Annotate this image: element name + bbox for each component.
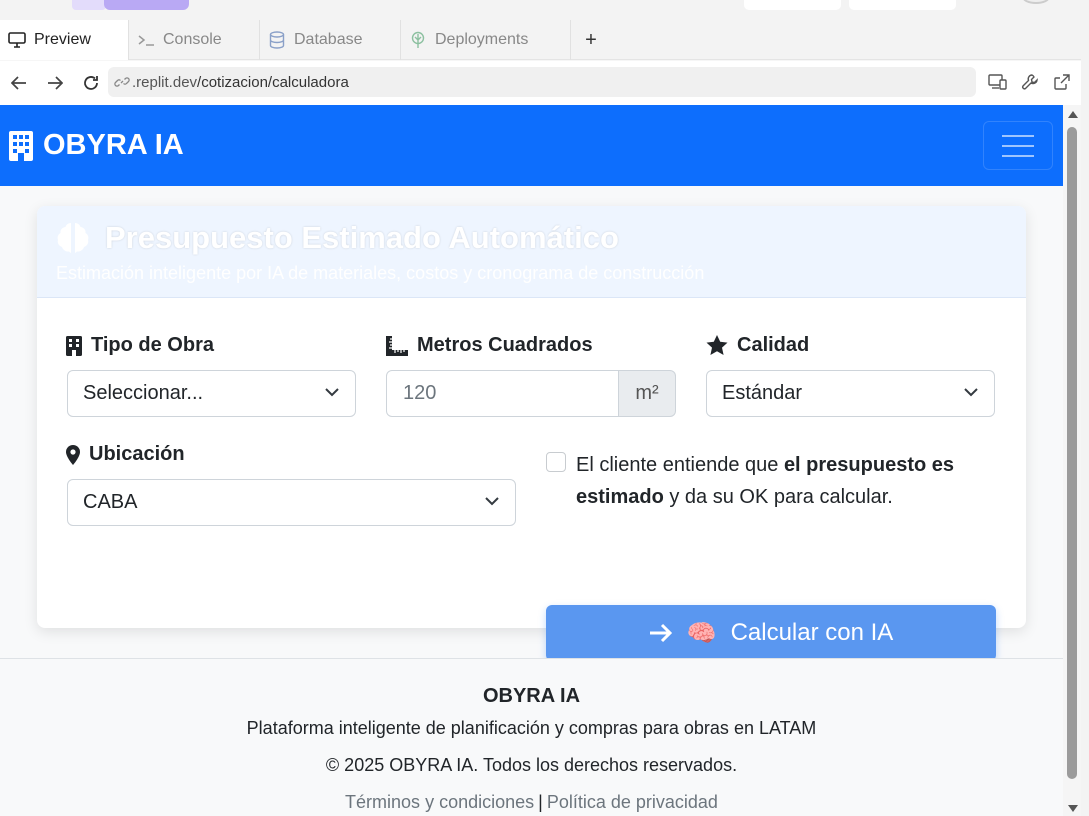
menu-toggle-button[interactable] (983, 121, 1053, 170)
chevron-down-icon (325, 388, 339, 397)
ruler-icon (386, 335, 408, 356)
footer: OBYRA IA Plataforma inteligente de plani… (0, 659, 1063, 816)
footer-brand: OBYRA IA (482, 685, 581, 707)
devices-icon[interactable] (987, 71, 1009, 93)
chevron-down-icon (485, 497, 499, 506)
card-title-text: Presupuesto Estimado Automático (105, 220, 619, 255)
deploy-icon (409, 31, 427, 49)
select-value: CABA (83, 491, 138, 513)
select-value: Seleccionar... (83, 382, 204, 404)
tipo-obra-label: Tipo de Obra (66, 334, 214, 357)
consent-checkbox[interactable] (546, 452, 566, 472)
window-top-strip (0, 0, 1089, 20)
star-icon (706, 335, 728, 355)
card-subtitle: Estimación inteligente por IA de materia… (56, 263, 705, 283)
preview-page: OBYRA IA Presupuesto Estimado Automático… (0, 105, 1063, 816)
arrow-left-icon (11, 76, 26, 90)
tab-preview[interactable]: Preview (0, 20, 129, 60)
workspace-tabbar: Preview Console Database Deployments + (0, 20, 1081, 60)
label-text: Tipo de Obra (91, 334, 214, 356)
scroll-down-arrow[interactable] (1068, 805, 1078, 812)
label-text: Calidad (737, 334, 810, 356)
footer-copyright: © 2025 OBYRA IA. Todos los derechos rese… (325, 755, 738, 775)
card-header: Presupuesto Estimado Automático Estimaci… (37, 206, 1026, 298)
label-text: Ubicación (89, 443, 185, 465)
building-icon (66, 335, 82, 356)
tab-console[interactable]: Console (129, 20, 260, 60)
top-button[interactable] (849, 0, 956, 10)
back-button[interactable] (2, 66, 36, 100)
url-input[interactable]: .replit.dev/cotizacion/calculadora (108, 67, 976, 97)
top-pill[interactable] (72, 0, 106, 10)
brain-emoji-icon: 🧠 (686, 619, 717, 647)
footer-tagline: Plataforma inteligente de planificación … (246, 718, 817, 738)
tab-label: Console (163, 31, 222, 48)
tab-label: Deployments (435, 31, 529, 48)
window-edge (1081, 20, 1089, 816)
tab-label: Database (294, 31, 363, 48)
link-icon (114, 77, 130, 87)
select-value: Estándar (722, 382, 803, 404)
brand-name: OBYRA IA (43, 129, 184, 161)
arrow-right-icon (649, 623, 672, 643)
footer-links: Términos y condiciones | Política de priva… (0, 792, 1063, 813)
url-host: .replit.dev (132, 73, 198, 91)
map-pin-icon (66, 444, 80, 465)
label-text: Metros Cuadrados (417, 334, 593, 356)
add-tab-button[interactable]: + (571, 20, 611, 60)
ubicacion-select[interactable]: CABA (67, 479, 516, 526)
tab-deployments[interactable]: Deployments (401, 20, 571, 60)
calidad-label: Calidad (706, 334, 809, 357)
building-icon (9, 130, 33, 161)
monitor-icon (8, 31, 26, 49)
budget-card: Presupuesto Estimado Automático Estimaci… (37, 206, 1026, 628)
consent-text: El cliente entiende que (576, 454, 784, 476)
navbar-brand[interactable]: OBYRA IA (9, 129, 184, 162)
terminal-icon (137, 31, 155, 49)
navbar: OBYRA IA (0, 105, 1063, 186)
privacy-link[interactable]: Política de privacidad (547, 792, 718, 812)
brain-icon (57, 223, 89, 253)
footer-separator: | (538, 792, 543, 812)
top-button[interactable] (744, 0, 841, 10)
database-icon (268, 31, 286, 49)
arrow-right-icon (48, 76, 63, 90)
tab-database[interactable]: Database (260, 20, 401, 60)
reload-button[interactable] (74, 66, 108, 100)
forward-button[interactable] (38, 66, 72, 100)
unit-addon: m² (619, 370, 676, 417)
consent-label[interactable]: El cliente entiende que el presupuesto e… (576, 449, 996, 513)
chevron-down-icon (964, 388, 978, 397)
calidad-select[interactable]: Estándar (706, 370, 995, 417)
reload-icon (84, 76, 98, 90)
consent-text: y da su OK para calcular. (663, 486, 893, 508)
metros-input[interactable]: 120 (386, 370, 619, 417)
terms-link[interactable]: Términos y condiciones (345, 792, 534, 812)
scroll-thumb[interactable] (1067, 127, 1077, 779)
ubicacion-label: Ubicación (66, 443, 185, 466)
page-scrollbar[interactable] (1063, 105, 1081, 816)
tab-label: Preview (34, 31, 91, 48)
avatar[interactable] (1022, 0, 1050, 4)
card-title: Presupuesto Estimado Automático (55, 220, 619, 256)
url-path: /cotizacion/calculadora (197, 73, 349, 91)
external-link-icon[interactable] (1051, 71, 1073, 93)
calcular-button[interactable]: 🧠 Calcular con IA (546, 605, 996, 661)
scroll-up-arrow[interactable] (1068, 111, 1078, 118)
tipo-obra-select[interactable]: Seleccionar... (67, 370, 356, 417)
address-bar: .replit.dev/cotizacion/calculadora (0, 61, 1081, 105)
metros-label: Metros Cuadrados (386, 334, 593, 357)
metros-input-group: 120 m² (386, 370, 676, 417)
top-pill-active[interactable] (104, 0, 189, 10)
wrench-icon[interactable] (1019, 71, 1041, 93)
button-label: Calcular con IA (730, 619, 894, 646)
